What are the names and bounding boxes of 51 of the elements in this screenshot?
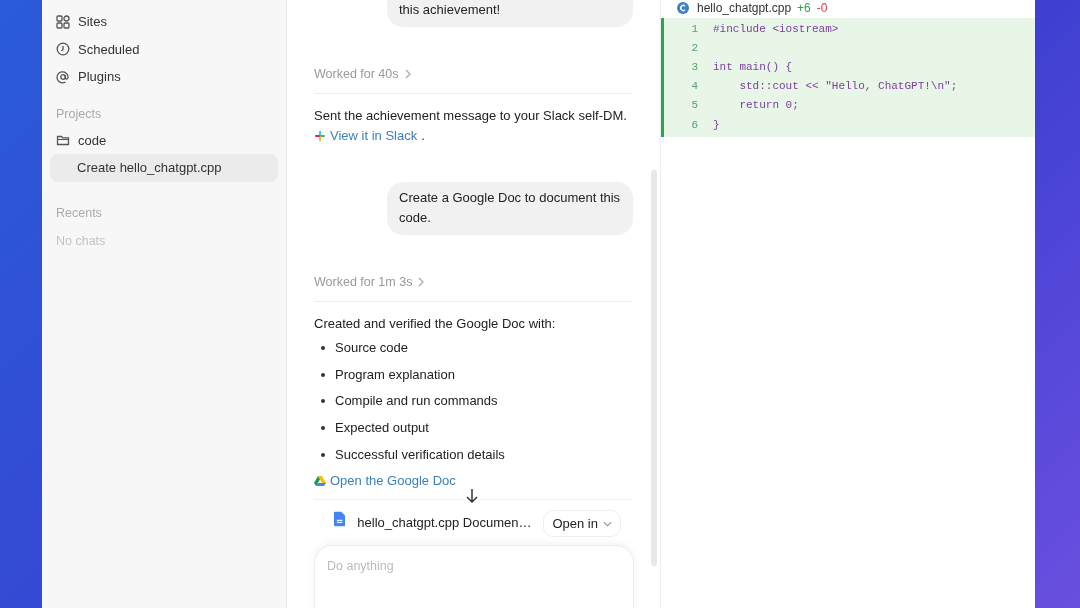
clock-icon — [56, 42, 70, 57]
bullet-item: Compile and run commands — [335, 392, 498, 411]
line-number: 2 — [690, 41, 699, 54]
bullet-item: Expected output — [335, 419, 429, 438]
bullet-icon — [321, 372, 325, 377]
at-icon — [56, 69, 70, 84]
sidebar-item[interactable]: code — [50, 126, 278, 154]
period-text: . — [421, 127, 425, 145]
user-message: this achievement! — [387, 0, 633, 27]
line-number: 5 — [690, 99, 699, 112]
bullet-item: Successful verification details — [335, 445, 505, 464]
section-heading: Projects — [55, 105, 103, 123]
line-number: 4 — [690, 80, 699, 93]
code-line: std::cout << "Hello, ChatGPT!\n"; — [738, 80, 958, 93]
file-name: hello_chatgpt.cpp — [697, 1, 792, 15]
document-icon — [334, 510, 346, 529]
line-number: 6 — [690, 118, 699, 131]
bullet-icon — [321, 452, 325, 457]
drive-icon — [314, 475, 326, 488]
sidebar-item[interactable]: Scheduled — [50, 35, 278, 63]
bullet-item: Source code — [335, 339, 408, 357]
code-line: int main() { — [713, 60, 793, 73]
bullet-item: Program explanation — [335, 365, 455, 384]
attachment-title: hello_chatgpt.cpp Documen… — [357, 514, 532, 531]
code-line: return 0; — [738, 99, 799, 112]
link[interactable]: Open the Google Doc — [330, 471, 456, 492]
sidebar-item[interactable]: Plugins — [50, 63, 278, 91]
line-number: 1 — [690, 22, 699, 35]
slack-icon — [314, 130, 326, 142]
added-count: +6 — [797, 1, 811, 15]
bullet-icon — [321, 346, 325, 350]
assistant-message: Sent the achievement message to your Slack self-DM. — [314, 107, 628, 125]
bullet-icon — [321, 426, 325, 431]
removed-count: -0 — [816, 1, 828, 15]
chevron-icon — [418, 277, 425, 287]
caret-icon — [603, 520, 612, 527]
link[interactable]: View it in Slack — [330, 126, 418, 146]
sidebar-item[interactable]: Sites — [50, 8, 278, 36]
code-line: } — [713, 118, 720, 131]
sidebar-item[interactable]: Create hello_chatgpt.cpp — [50, 154, 278, 182]
chevron-icon — [404, 69, 411, 79]
bullet-icon — [321, 399, 325, 404]
assistant-message: Created and verified the Google Doc with: — [314, 315, 557, 333]
line-number: 3 — [690, 60, 699, 73]
section-heading: Recents — [55, 204, 103, 222]
code-line: #include <iostream> — [713, 22, 839, 35]
user-message: Create a Google Doc to document this code. — [387, 182, 633, 235]
folder-icon — [56, 133, 70, 148]
grid-icon — [56, 14, 70, 29]
open-in-button[interactable]: Open in — [543, 510, 621, 538]
message-input[interactable]: Do anything — [325, 558, 609, 574]
